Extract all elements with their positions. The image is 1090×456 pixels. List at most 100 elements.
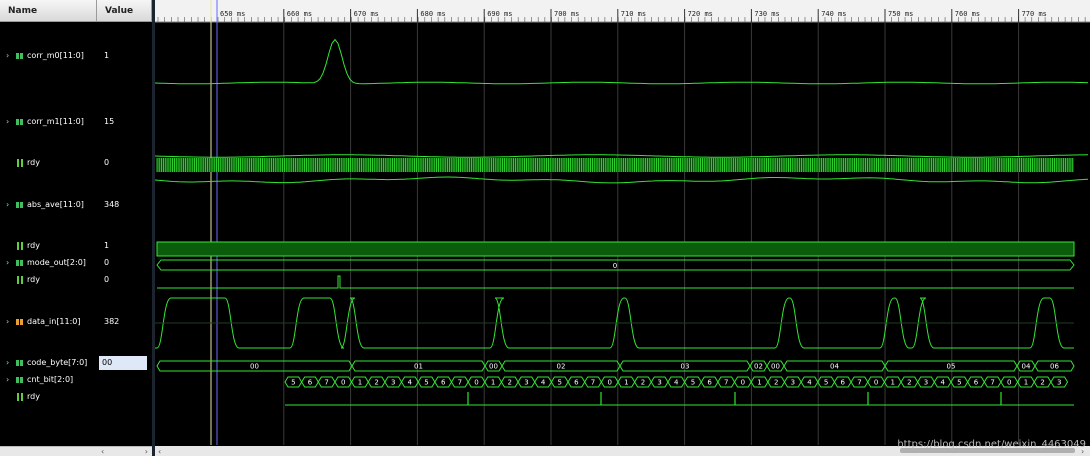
signal-name-label: abs_ave[11:0] bbox=[27, 200, 84, 209]
signal-row[interactable]: rdy bbox=[0, 239, 97, 253]
ruler-tick-label: 760 ms bbox=[955, 10, 980, 18]
cnt-bit-label: 3 bbox=[791, 379, 795, 387]
scroll-right-icon[interactable]: › bbox=[145, 447, 148, 456]
signal-row[interactable]: › abs_ave[11:0] bbox=[0, 198, 97, 212]
cnt-bit-label: 5 bbox=[291, 379, 295, 387]
signal-value-label[interactable]: 0 bbox=[104, 273, 109, 287]
bus-signal-icon bbox=[16, 53, 23, 59]
cnt-bit-label: 4 bbox=[940, 379, 945, 387]
cnt-bit-label: 1 bbox=[491, 379, 495, 387]
bus-signal-icon bbox=[16, 360, 23, 366]
cnt-bit-label: 5 bbox=[957, 379, 961, 387]
cnt-bit-label: 3 bbox=[391, 379, 395, 387]
ruler-tick-label: 690 ms bbox=[487, 10, 512, 18]
cnt-bit-label: 0 bbox=[741, 379, 745, 387]
signal-value-label[interactable]: 1 bbox=[104, 239, 109, 253]
cnt-bit-label: 0 bbox=[1007, 379, 1011, 387]
cnt-bit-label: 4 bbox=[674, 379, 679, 387]
code-byte-label: 00 bbox=[771, 363, 780, 371]
cnt-bit-label: 7 bbox=[857, 379, 861, 387]
cnt-bit-label: 2 bbox=[1040, 379, 1044, 387]
signal-name-label: rdy bbox=[27, 275, 40, 284]
signal-value-label[interactable]: 348 bbox=[104, 198, 119, 212]
cnt-bit-label: 7 bbox=[724, 379, 728, 387]
code-byte-label: 00 bbox=[250, 363, 259, 371]
name-pane-scrollbar[interactable] bbox=[0, 446, 97, 456]
cnt-bit-label: 6 bbox=[841, 379, 846, 387]
signal-row[interactable]: rdy bbox=[0, 156, 97, 170]
code-byte-label: 06 bbox=[1050, 363, 1059, 371]
signal-value-label[interactable]: 00 bbox=[99, 356, 147, 370]
signal-name-label: corr_m1[11:0] bbox=[27, 117, 84, 126]
signal-value-label[interactable]: 0 bbox=[104, 256, 109, 270]
value-pane-scrollbar[interactable]: ‹ › bbox=[97, 446, 152, 456]
ruler-tick-label: 710 ms bbox=[621, 10, 646, 18]
bus-signal-icon bbox=[16, 202, 23, 208]
signal-row[interactable]: rdy bbox=[0, 273, 97, 287]
signal-row[interactable]: › code_byte[7:0] bbox=[0, 356, 97, 370]
watermark-text: https://blog.csdn.net/weixin_4463049 bbox=[897, 439, 1086, 450]
bus-signal-icon bbox=[16, 119, 23, 125]
signal-name-label: rdy bbox=[27, 158, 40, 167]
cnt-bit-label: 0 bbox=[607, 379, 611, 387]
signal-value-label[interactable]: 15 bbox=[104, 115, 114, 129]
waveform-canvas[interactable]: 650 ms 660 ms 670 ms 680 ms 690 ms 700 ms 710 … bbox=[155, 0, 1090, 456]
scroll-left-icon[interactable]: ‹ bbox=[101, 447, 104, 456]
cnt-bit-label: 0 bbox=[474, 379, 478, 387]
signal-row[interactable]: rdy bbox=[0, 390, 97, 404]
signal-name-pane: Name › corr_m0[11:0] › corr_m1[11:0] rdy › abs… bbox=[0, 0, 97, 456]
signal-row[interactable]: › cnt_bit[2:0] bbox=[0, 373, 97, 387]
cnt-bit-label: 4 bbox=[807, 379, 812, 387]
expand-chevron-icon[interactable]: › bbox=[6, 373, 9, 387]
cnt-bit-label: 2 bbox=[907, 379, 911, 387]
cnt-bit-label: 6 bbox=[974, 379, 979, 387]
cnt-bit-label: 5 bbox=[824, 379, 828, 387]
signal-name-label: data_in[11:0] bbox=[27, 317, 81, 326]
cnt-bit-label: 1 bbox=[624, 379, 628, 387]
signal-row[interactable]: › corr_m1[11:0] bbox=[0, 115, 97, 129]
cnt-bit-label: 2 bbox=[774, 379, 778, 387]
signal-row[interactable]: › data_in[11:0] bbox=[0, 315, 97, 329]
signal-value-label[interactable]: 0 bbox=[104, 156, 109, 170]
corr-m1-trace bbox=[155, 154, 1089, 158]
signal-name-label: mode_out[2:0] bbox=[27, 258, 86, 267]
signal-value-label[interactable]: 382 bbox=[104, 315, 119, 329]
expand-chevron-icon[interactable]: › bbox=[6, 198, 9, 212]
ruler-tick-label: 750 ms bbox=[888, 10, 913, 18]
expand-chevron-icon[interactable]: › bbox=[6, 256, 9, 270]
rdy-high-band bbox=[156, 241, 1075, 257]
bus-signal-icon bbox=[16, 319, 23, 325]
cnt-bit-label: 5 bbox=[557, 379, 561, 387]
expand-chevron-icon[interactable]: › bbox=[6, 49, 9, 63]
mode-out-value: 0 bbox=[613, 262, 617, 270]
rdy-dense-band bbox=[157, 158, 1074, 172]
code-byte-label: 04 bbox=[830, 363, 839, 371]
cnt-bit-label: 7 bbox=[458, 379, 462, 387]
cnt-bit-label: 6 bbox=[308, 379, 313, 387]
cnt-bit-label: 1 bbox=[757, 379, 761, 387]
code-byte-label: 00 bbox=[489, 363, 498, 371]
expand-chevron-icon[interactable]: › bbox=[6, 356, 9, 370]
ruler-tick-label: 680 ms bbox=[420, 10, 445, 18]
name-column-header[interactable]: Name bbox=[0, 0, 97, 22]
signal-value-label[interactable]: 1 bbox=[104, 49, 109, 63]
cnt-bit-label: 3 bbox=[524, 379, 528, 387]
code-byte-label: 02 bbox=[557, 363, 566, 371]
rdy-pulse-trace bbox=[157, 275, 1074, 289]
ruler-tick-label: 670 ms bbox=[354, 10, 379, 18]
ruler-tick-label: 740 ms bbox=[821, 10, 846, 18]
cnt-bit-label: 2 bbox=[374, 379, 378, 387]
signal-row[interactable]: › mode_out[2:0] bbox=[0, 256, 97, 270]
expand-chevron-icon[interactable]: › bbox=[6, 315, 9, 329]
bit-signal-icon bbox=[17, 393, 23, 401]
cnt-bit-label: 6 bbox=[574, 379, 579, 387]
ruler-tick-label: 700 ms bbox=[554, 10, 579, 18]
expand-chevron-icon[interactable]: › bbox=[6, 115, 9, 129]
value-column-header[interactable]: Value bbox=[97, 0, 152, 22]
signal-row[interactable]: › corr_m0[11:0] bbox=[0, 49, 97, 63]
code-byte-label: 01 bbox=[414, 363, 423, 371]
waveform-viewer-window: Name › corr_m0[11:0] › corr_m1[11:0] rdy › abs… bbox=[0, 0, 1090, 456]
ruler-tick-label: 650 ms bbox=[220, 10, 245, 18]
cnt-bit-label: 0 bbox=[874, 379, 878, 387]
scroll-left-icon: ‹ bbox=[158, 447, 161, 456]
